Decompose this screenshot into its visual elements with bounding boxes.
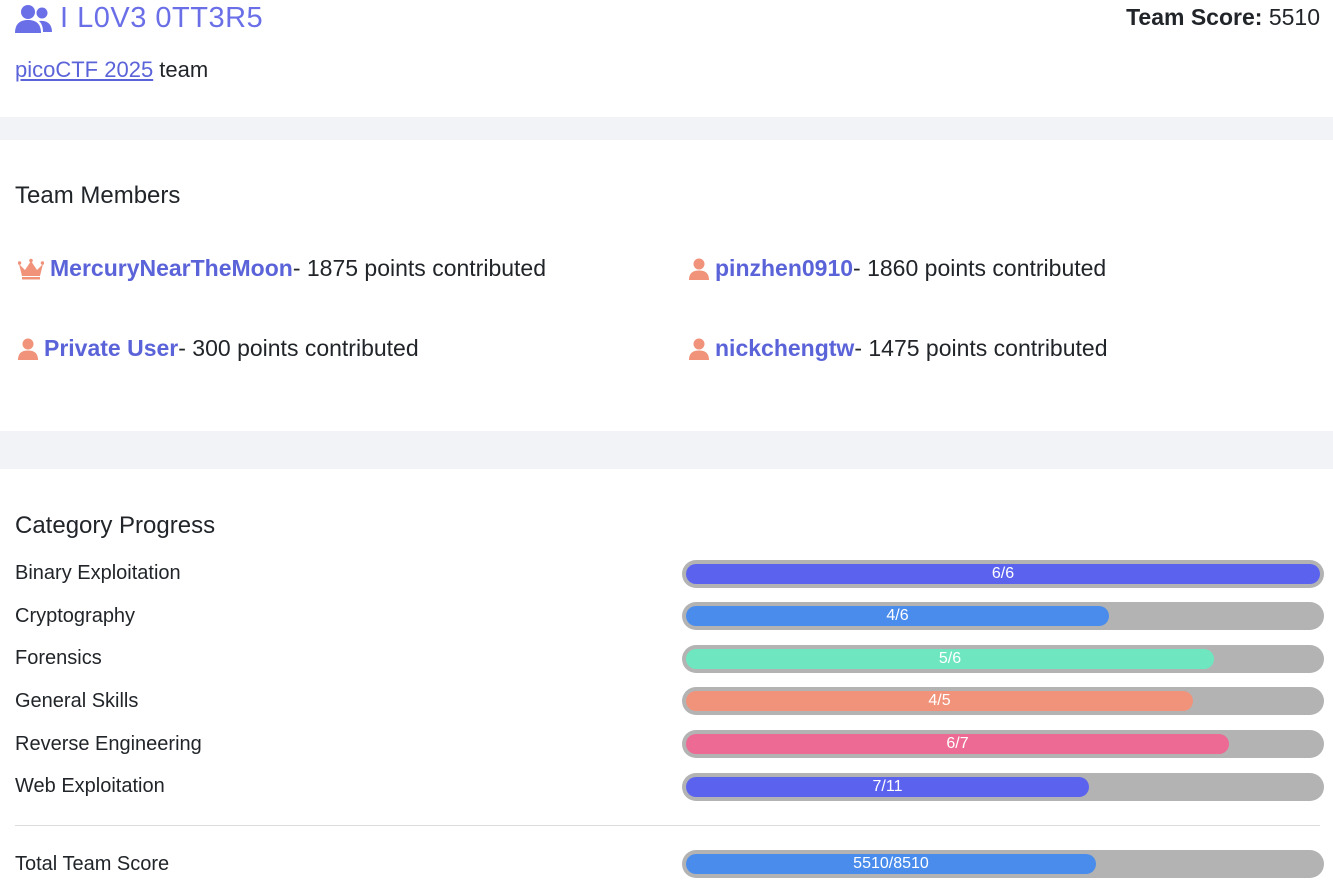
member-points: - 300 points contributed bbox=[178, 335, 419, 361]
progress-text: 5510/8510 bbox=[853, 855, 929, 872]
crown-icon bbox=[18, 258, 44, 279]
team-header: I L0V3 0TT3R5 Team Score: 5510 picoCTF 2… bbox=[0, 0, 1333, 117]
team-title: I L0V3 0TT3R5 bbox=[15, 2, 263, 35]
category-label: Cryptography bbox=[15, 605, 136, 627]
category-label: General Skills bbox=[15, 690, 139, 712]
member-item: Private User - 300 points contributed bbox=[18, 335, 419, 362]
member-points: - 1875 points contributed bbox=[292, 255, 546, 281]
member-points: - 1860 points contributed bbox=[853, 255, 1107, 281]
competition-line: picoCTF 2025 team bbox=[15, 57, 208, 83]
total-score-label: Total Team Score bbox=[15, 853, 170, 875]
member-name-link[interactable]: MercuryNearTheMoon bbox=[50, 255, 293, 282]
progress-bar: 6/6 bbox=[682, 560, 1324, 588]
member-item: MercuryNearTheMoon - 1875 points contrib… bbox=[18, 255, 546, 282]
progress-title: Category Progress bbox=[15, 512, 216, 539]
user-icon bbox=[689, 258, 709, 280]
divider bbox=[15, 825, 1320, 826]
team-score-label: Team Score: bbox=[1126, 4, 1263, 30]
total-progress-bar: 5510/8510 bbox=[682, 850, 1324, 878]
competition-suffix: team bbox=[153, 57, 209, 82]
progress-bar: 7/11 bbox=[682, 773, 1324, 801]
member-item: pinzhen0910 - 1860 points contributed bbox=[689, 255, 1106, 282]
team-score-value: 5510 bbox=[1268, 4, 1320, 30]
competition-link[interactable]: picoCTF 2025 bbox=[15, 57, 153, 82]
category-label: Binary Exploitation bbox=[15, 562, 181, 584]
progress-text: 6/6 bbox=[991, 565, 1015, 582]
progress-bar: 5/6 bbox=[682, 645, 1324, 673]
progress-text: 7/11 bbox=[872, 778, 903, 795]
member-item: nickchengtw - 1475 points contributed bbox=[689, 335, 1107, 362]
progress-bar: 4/5 bbox=[682, 687, 1324, 715]
category-label: Web Exploitation bbox=[15, 775, 165, 797]
progress-text: 5/6 bbox=[938, 650, 962, 667]
section-separator bbox=[0, 431, 1333, 469]
progress-text: 4/6 bbox=[886, 607, 909, 624]
members-title: Team Members bbox=[15, 182, 181, 209]
team-score: Team Score: 5510 bbox=[1126, 4, 1320, 31]
progress-text: 4/5 bbox=[928, 692, 951, 709]
team-name: I L0V3 0TT3R5 bbox=[60, 2, 264, 34]
category-label: Reverse Engineering bbox=[15, 733, 202, 755]
member-name-link[interactable]: nickchengtw bbox=[715, 335, 854, 362]
progress-bar: 4/6 bbox=[682, 602, 1324, 630]
member-points: - 1475 points contributed bbox=[854, 335, 1108, 361]
progress-bar: 6/7 bbox=[682, 730, 1324, 758]
member-name-link[interactable]: Private User bbox=[44, 335, 178, 362]
user-icon bbox=[689, 338, 709, 360]
users-icon bbox=[15, 4, 52, 33]
user-icon bbox=[18, 338, 38, 360]
progress-text: 6/7 bbox=[946, 735, 969, 752]
section-separator bbox=[0, 117, 1333, 140]
category-label: Forensics bbox=[15, 647, 102, 669]
member-name-link[interactable]: pinzhen0910 bbox=[715, 255, 853, 282]
